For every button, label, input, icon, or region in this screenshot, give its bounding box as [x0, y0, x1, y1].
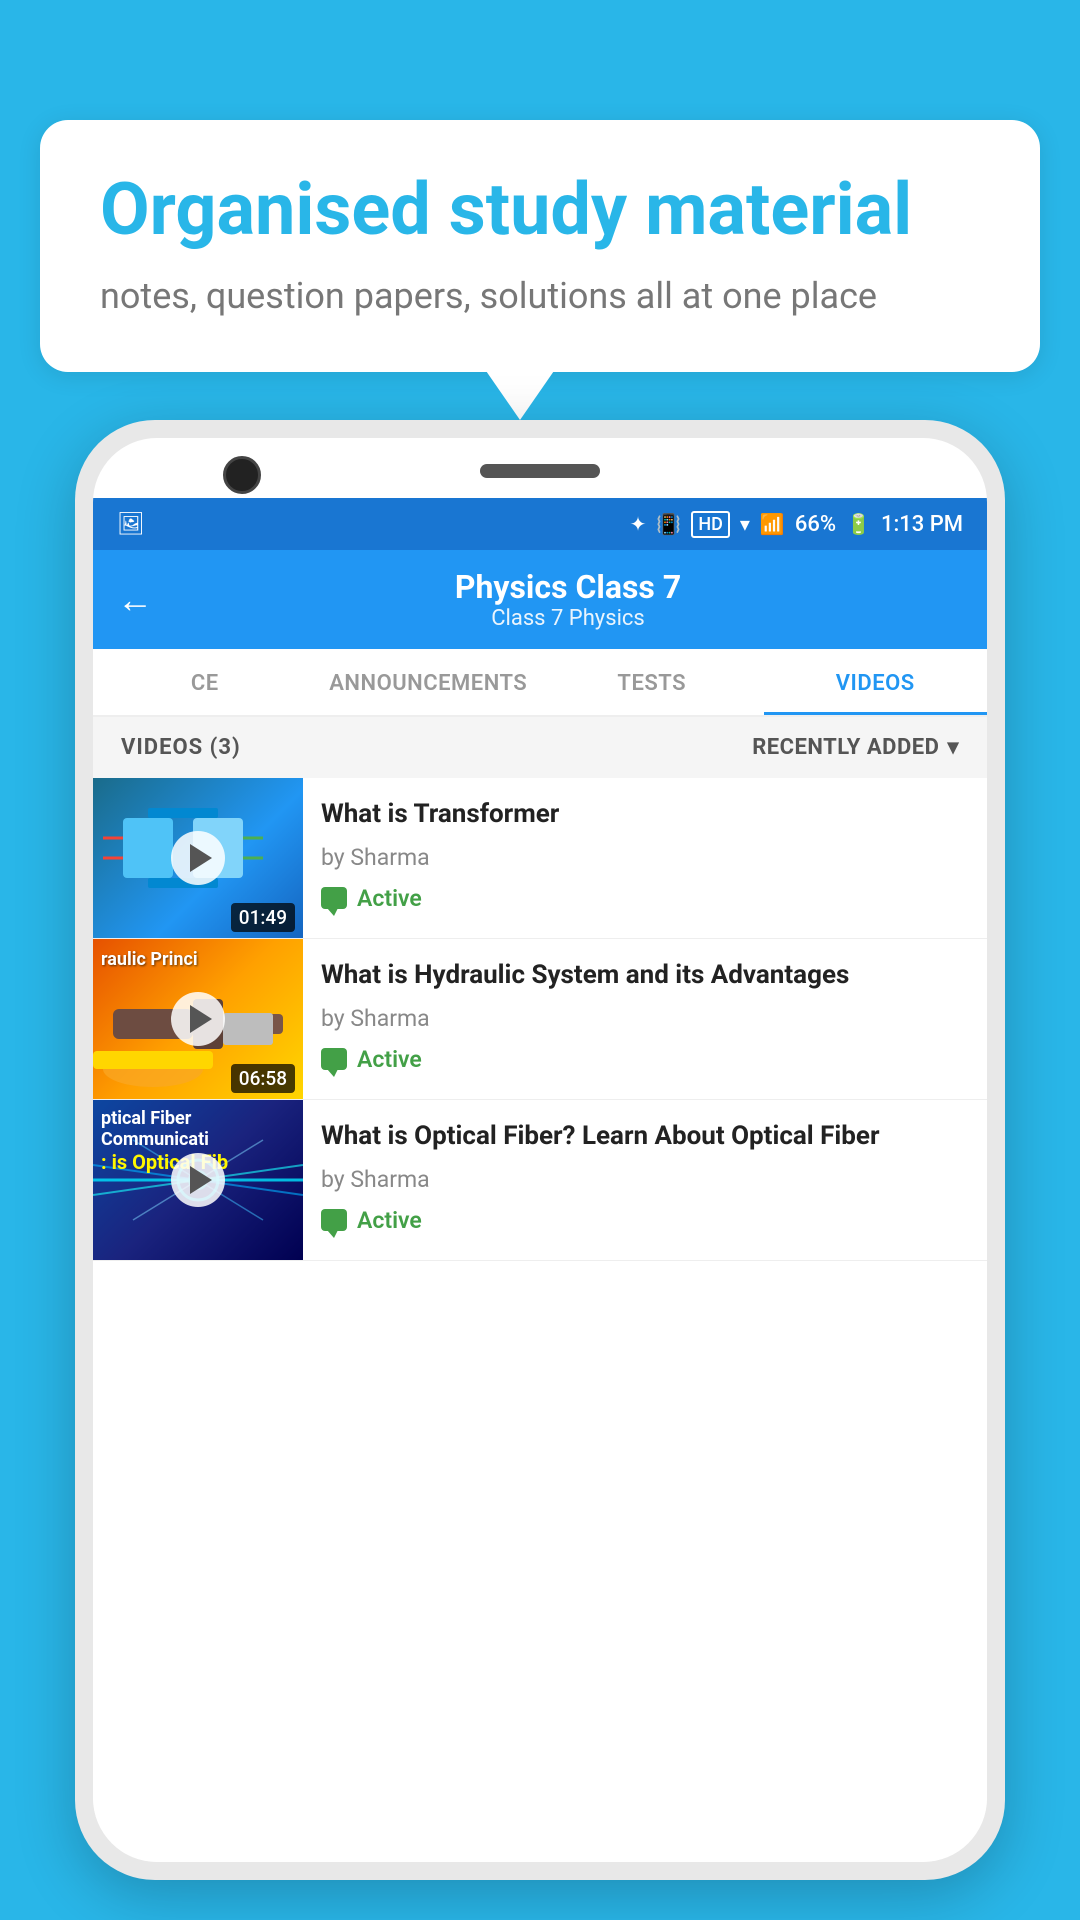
chevron-down-icon: ▾ — [947, 735, 959, 760]
speech-bubble-heading: Organised study material — [100, 170, 980, 249]
status-bar-right: ✦ 📳 HD ▾ 📶 66% 🔋 1:13 PM — [630, 511, 963, 538]
sort-label: RECENTLY ADDED — [752, 735, 939, 760]
wifi-icon: ▾ — [740, 512, 750, 536]
tab-announcements[interactable]: ANNOUNCEMENTS — [317, 649, 541, 715]
tab-ce[interactable]: CE — [93, 649, 317, 715]
hydraulic-thumb-label: raulic Princi — [93, 939, 303, 978]
tab-videos[interactable]: VIDEOS — [764, 649, 988, 715]
back-button[interactable]: ← — [117, 579, 153, 621]
tab-bar: CE ANNOUNCEMENTS TESTS VIDEOS — [93, 649, 987, 717]
breadcrumb: Class 7 Physics — [173, 606, 963, 631]
speech-bubble-subtext: notes, question papers, solutions all at… — [100, 271, 980, 321]
play-button-2[interactable] — [171, 992, 225, 1046]
phone-inner: 🖼 ✦ 📳 HD ▾ 📶 66% 🔋 1:13 PM ← Physics Cla — [93, 438, 987, 1862]
list-item[interactable]: 01:49 What is Transformer by Sharma Acti… — [93, 778, 987, 939]
time-display: 1:13 PM — [881, 512, 963, 537]
video-author-2: by Sharma — [321, 1005, 969, 1032]
list-item[interactable]: ptical Fiber Communicati : is Optical Fi… — [93, 1100, 987, 1261]
page-title: Physics Class 7 — [173, 568, 963, 606]
video-author-3: by Sharma — [321, 1166, 969, 1193]
active-label-1: Active — [357, 885, 422, 912]
signal-icon: 📶 — [760, 512, 785, 536]
phone-speaker — [480, 464, 600, 478]
play-button-3[interactable] — [171, 1153, 225, 1207]
video-info-3: What is Optical Fiber? Learn About Optic… — [303, 1100, 987, 1254]
video-status-2: Active — [321, 1046, 969, 1073]
sort-dropdown[interactable]: RECENTLY ADDED ▾ — [752, 735, 959, 760]
phone-camera — [223, 456, 261, 494]
video-list: 01:49 What is Transformer by Sharma Acti… — [93, 778, 987, 1862]
video-status-1: Active — [321, 885, 969, 912]
video-author-1: by Sharma — [321, 844, 969, 871]
video-duration-1: 01:49 — [231, 903, 295, 932]
status-bar: 🖼 ✦ 📳 HD ▾ 📶 66% 🔋 1:13 PM — [93, 498, 987, 550]
bluetooth-icon: ✦ — [630, 512, 647, 536]
vibrate-icon: 📳 — [656, 512, 681, 536]
speech-bubble: Organised study material notes, question… — [40, 120, 1040, 372]
video-info-2: What is Hydraulic System and its Advanta… — [303, 939, 987, 1093]
status-bar-left: 🖼 — [117, 512, 145, 537]
videos-header: VIDEOS (3) RECENTLY ADDED ▾ — [93, 717, 987, 778]
image-icon: 🖼 — [117, 512, 145, 537]
video-thumbnail-3: ptical Fiber Communicati : is Optical Fi… — [93, 1100, 303, 1260]
battery-icon: 🔋 — [846, 512, 871, 536]
active-chat-icon-3 — [321, 1209, 347, 1231]
app-bar: ← Physics Class 7 Class 7 Physics — [93, 550, 987, 649]
video-thumbnail-1: 01:49 — [93, 778, 303, 938]
video-info-1: What is Transformer by Sharma Active — [303, 778, 987, 932]
app-bar-title: Physics Class 7 Class 7 Physics — [173, 568, 963, 631]
video-title-1: What is Transformer — [321, 798, 969, 832]
active-label-3: Active — [357, 1207, 422, 1234]
video-title-3: What is Optical Fiber? Learn About Optic… — [321, 1120, 969, 1154]
tab-tests[interactable]: TESTS — [540, 649, 764, 715]
video-duration-2: 06:58 — [231, 1064, 295, 1093]
videos-count: VIDEOS (3) — [121, 735, 241, 760]
active-chat-icon-2 — [321, 1048, 347, 1070]
hd-badge: HD — [691, 511, 730, 538]
video-thumbnail-2: raulic Princi 06:58 — [93, 939, 303, 1099]
play-button-1[interactable] — [171, 831, 225, 885]
screen: 🖼 ✦ 📳 HD ▾ 📶 66% 🔋 1:13 PM ← Physics Cla — [93, 498, 987, 1862]
phone-frame: 🖼 ✦ 📳 HD ▾ 📶 66% 🔋 1:13 PM ← Physics Cla — [75, 420, 1005, 1880]
video-status-3: Active — [321, 1207, 969, 1234]
active-chat-icon-1 — [321, 887, 347, 909]
video-title-2: What is Hydraulic System and its Advanta… — [321, 959, 969, 993]
list-item[interactable]: raulic Princi 06:58 What is Hydraulic Sy… — [93, 939, 987, 1100]
battery-percent: 66% — [795, 512, 836, 537]
active-label-2: Active — [357, 1046, 422, 1073]
